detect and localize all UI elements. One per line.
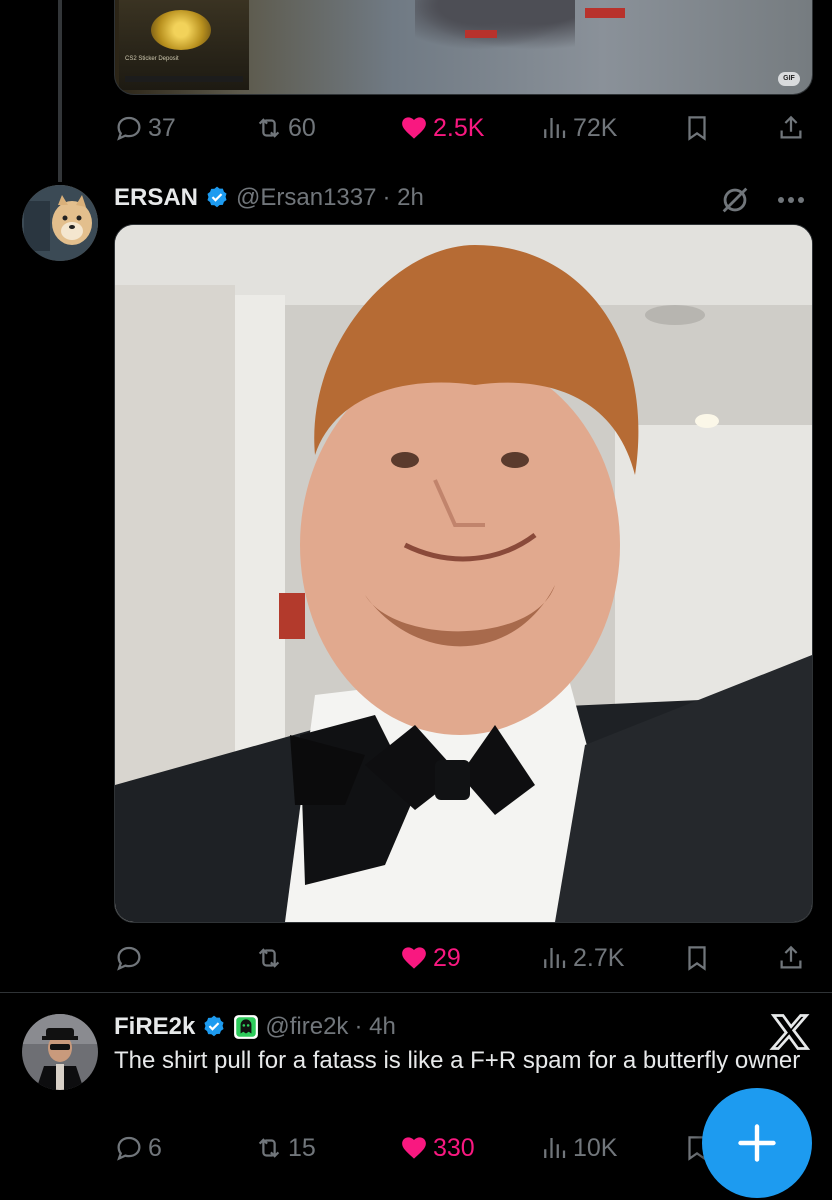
views-icon (544, 118, 566, 138)
views-button[interactable]: 10K (539, 1130, 617, 1166)
like-count: 2.5K (433, 114, 485, 142)
repost-button[interactable]: 15 (254, 1130, 316, 1166)
grok-icon (722, 187, 748, 213)
reply-icon (117, 1136, 141, 1161)
share-button[interactable] (776, 110, 806, 146)
verified-badge-icon (207, 186, 227, 208)
avatar[interactable] (22, 1014, 98, 1090)
views-count: 10K (573, 1134, 618, 1162)
reply-count: 6 (148, 1134, 162, 1162)
views-count: 72K (573, 114, 618, 142)
more-button[interactable] (773, 188, 809, 212)
author-handle[interactable]: @fire2k (265, 1013, 348, 1041)
author-name[interactable]: ERSAN (114, 184, 198, 212)
repost-button[interactable] (254, 940, 288, 976)
bookmark-icon (688, 116, 706, 141)
like-button[interactable]: 2.5K (399, 110, 484, 146)
author-name[interactable]: FiRE2k (114, 1013, 195, 1041)
media-gif-badge: GIF (778, 72, 800, 86)
tweet-actions: 37 60 2.5K 72K (114, 110, 814, 146)
tweet-photo[interactable] (114, 224, 813, 923)
author-handle[interactable]: @Ersan1337 (236, 184, 376, 212)
affiliate-ghost-icon (234, 1015, 259, 1039)
views-button[interactable]: 2.7K (539, 940, 624, 976)
share-icon (780, 945, 802, 969)
like-icon (402, 117, 426, 139)
thread-line (58, 0, 62, 182)
verified-badge-icon (204, 1015, 224, 1037)
tweet-header: FiRE2k @fire2k · 4h (114, 1012, 396, 1042)
reply-count: 37 (148, 114, 176, 142)
like-count: 330 (433, 1134, 475, 1162)
tweet-header: ERSAN @Ersan1337 · 2h (114, 183, 424, 213)
tweet-actions: 29 2.7K (114, 940, 814, 976)
grok-button[interactable] (718, 183, 752, 217)
share-icon (780, 115, 802, 139)
avatar-dog-graphic (22, 185, 98, 261)
repost-icon (258, 1138, 280, 1158)
like-count: 29 (433, 944, 461, 972)
media-price-tag (465, 30, 497, 38)
media-video-bar (125, 76, 243, 82)
tweet-timestamp[interactable]: · 4h (354, 1013, 395, 1041)
reply-button[interactable] (114, 940, 148, 976)
photo-graphic (115, 225, 812, 922)
avatar-person-graphic (22, 1014, 98, 1090)
media-caption: CS2 Sticker Deposit (125, 56, 179, 62)
views-button[interactable]: 72K (539, 110, 617, 146)
views-icon (544, 1138, 566, 1158)
reply-icon (117, 946, 141, 971)
repost-icon (258, 948, 280, 968)
bookmark-button[interactable] (682, 940, 712, 976)
media-ring-graphic (151, 10, 211, 50)
reply-icon (117, 116, 141, 141)
tweet-media[interactable]: CS2 Sticker Deposit GIF (114, 0, 813, 95)
like-icon (402, 947, 426, 969)
bookmark-button[interactable] (682, 110, 712, 146)
like-button[interactable]: 29 (399, 940, 461, 976)
views-count: 2.7K (573, 944, 625, 972)
repost-count: 60 (288, 114, 316, 142)
bookmark-icon (688, 946, 706, 971)
media-price-tag (585, 8, 625, 18)
compose-icon (738, 1124, 776, 1162)
repost-button[interactable]: 60 (254, 110, 316, 146)
more-icon (778, 197, 804, 203)
views-icon (544, 948, 566, 968)
tweet-text: The shirt pull for a fatass is like a F+… (114, 1047, 801, 1074)
like-icon (402, 1137, 426, 1159)
repost-count: 15 (288, 1134, 316, 1162)
like-button[interactable]: 330 (399, 1130, 475, 1166)
reply-button[interactable]: 37 (114, 110, 176, 146)
media-figure (415, 0, 575, 50)
share-button[interactable] (776, 940, 806, 976)
reply-button[interactable]: 6 (114, 1130, 162, 1166)
avatar[interactable] (22, 185, 98, 261)
divider (0, 992, 832, 993)
tweet-timestamp[interactable]: · 2h (382, 184, 423, 212)
repost-icon (258, 118, 280, 138)
compose-button[interactable] (702, 1088, 812, 1198)
